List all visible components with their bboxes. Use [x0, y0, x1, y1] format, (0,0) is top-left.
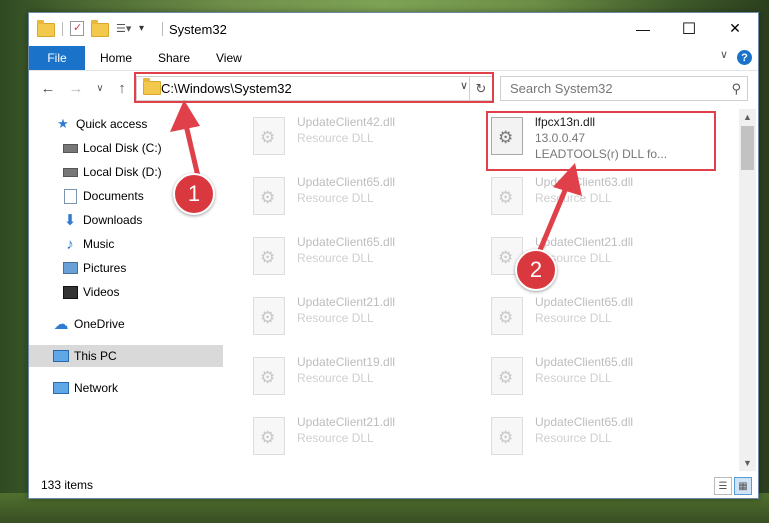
- arrow-2-head: [553, 163, 582, 196]
- step-badge-1: 1: [173, 173, 215, 215]
- step-badge-2: 2: [515, 249, 557, 291]
- annotation-arrows: [170, 100, 582, 258]
- arrow-2-shaft: [535, 185, 569, 258]
- arrow-1-head: [170, 100, 200, 132]
